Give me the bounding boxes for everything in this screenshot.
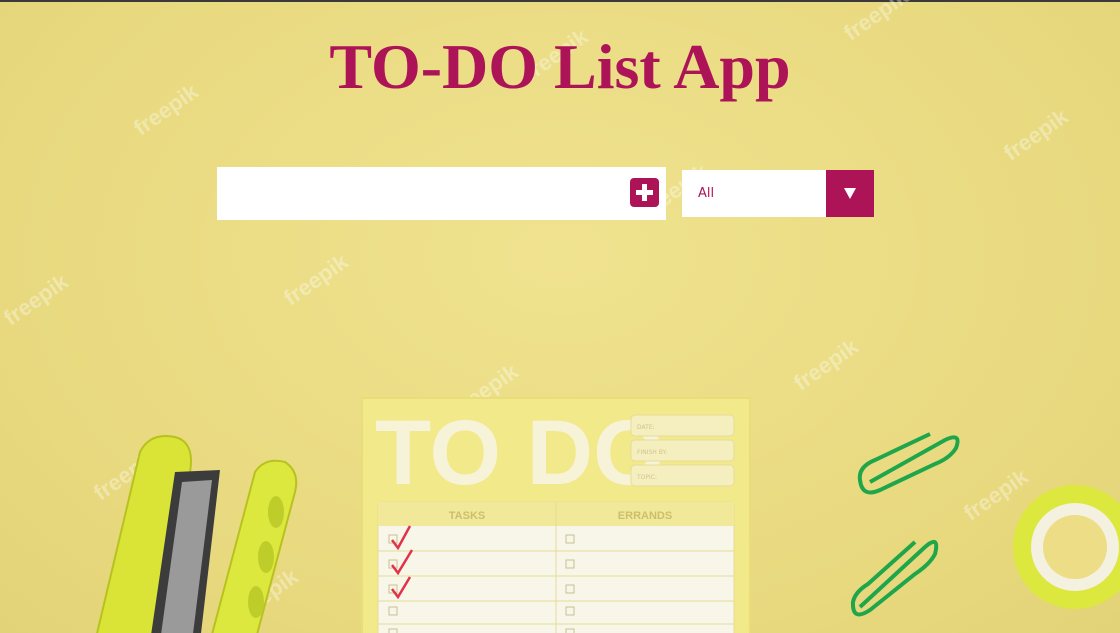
todo-input[interactable] <box>217 167 622 220</box>
paper-clip-image <box>850 432 960 617</box>
page-title: TO-DO List App <box>329 31 791 102</box>
svg-text:FINISH BY:: FINISH BY: <box>637 449 667 456</box>
filter-select-value: All <box>698 186 715 201</box>
svg-text:ERRANDS: ERRANDS <box>618 510 672 522</box>
svg-text:DATE:: DATE: <box>637 424 655 431</box>
tape-roll-image <box>1013 485 1120 609</box>
todo-notepad-image: TO DO DATE: FINISH BY: TOPIC: TASKS ERRA… <box>361 397 751 633</box>
svg-text:TASKS: TASKS <box>449 510 485 522</box>
add-todo-button[interactable] <box>630 178 659 207</box>
plus-icon <box>636 184 653 201</box>
stapler-image <box>96 435 298 633</box>
notepad-heading: TO DO <box>375 402 665 504</box>
todo-input-container <box>217 167 666 220</box>
filter-select[interactable]: All <box>682 170 874 217</box>
svg-text:TOPIC:: TOPIC: <box>636 474 657 481</box>
chevron-down-icon <box>844 188 856 199</box>
filter-dropdown-button[interactable] <box>826 170 874 217</box>
